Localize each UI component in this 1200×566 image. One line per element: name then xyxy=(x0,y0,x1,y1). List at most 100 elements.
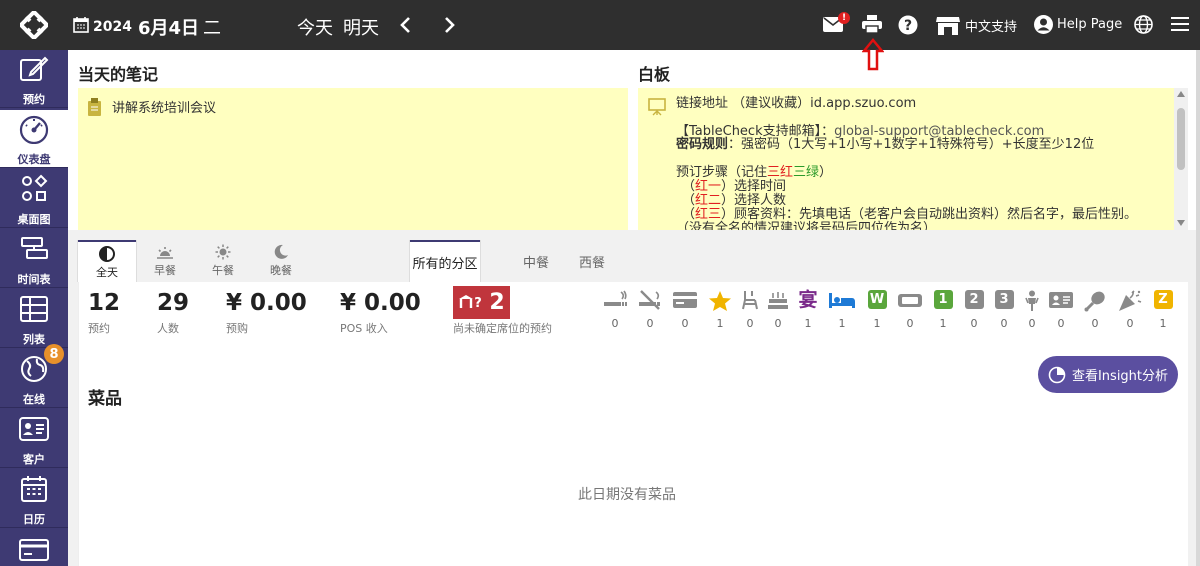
steps-red-text: 三红 xyxy=(767,165,794,180)
person-count[interactable]: 0 xyxy=(1019,290,1045,330)
count-value: 0 xyxy=(611,317,619,330)
w-tag-count[interactable]: W 1 xyxy=(864,290,890,330)
sidebar-item-reservation[interactable]: 预约 xyxy=(0,50,68,108)
tab-chinese-restaurant[interactable]: 中餐 xyxy=(515,240,557,282)
party-count[interactable]: 0 xyxy=(1117,290,1143,330)
note-item-text[interactable]: 讲解系统培训会议 xyxy=(112,97,216,116)
dishes-title: 菜品 xyxy=(88,389,122,409)
date-text: 6月4日 xyxy=(137,18,200,39)
customer-icon xyxy=(18,410,50,448)
page-scrollbar[interactable] xyxy=(1196,50,1200,566)
chevron-left-icon[interactable] xyxy=(398,16,412,34)
tab-breakfast[interactable]: 早餐 xyxy=(136,240,194,282)
timetable-icon xyxy=(19,230,49,268)
scroll-down-icon[interactable] xyxy=(1177,220,1185,226)
sidebar-item-label: 桌面图 xyxy=(17,213,51,226)
sidebar-item-label: 时间表 xyxy=(17,273,51,286)
banquet-icon: 宴 xyxy=(798,289,818,311)
mail-notification-badge: ! xyxy=(838,12,850,24)
moon-icon xyxy=(274,244,288,259)
today-button[interactable]: 今天 xyxy=(297,14,333,40)
smoking-icon xyxy=(604,290,627,306)
vip-star-count[interactable]: 1 xyxy=(707,290,733,330)
scroll-up-icon[interactable] xyxy=(1177,91,1185,97)
step-text: ）选择人数 xyxy=(721,193,787,208)
sidebar-item-timetable[interactable]: 时间表 xyxy=(0,230,68,288)
tab-western-restaurant[interactable]: 西餐 xyxy=(571,240,613,282)
sidebar-item-label: 列表 xyxy=(23,333,45,346)
steps-green-text: 三绿 xyxy=(793,165,820,180)
no-smoking-icon xyxy=(639,290,660,310)
tomorrow-button[interactable]: 明天 xyxy=(343,14,379,40)
edit-icon xyxy=(19,50,49,88)
count-value: 0 xyxy=(906,317,914,330)
birthday-cake-icon xyxy=(768,292,788,309)
floorplan-icon xyxy=(19,170,49,208)
sidebar-item-online[interactable]: 8 在线 xyxy=(0,344,68,408)
count-value: 0 xyxy=(646,317,654,330)
meat-count[interactable]: 0 xyxy=(1082,290,1108,330)
tab-label: 早餐 xyxy=(154,264,176,277)
help-page-link[interactable]: Help Page xyxy=(1057,17,1122,32)
tab-lunch[interactable]: 午餐 xyxy=(194,240,252,282)
unassigned-count: 2 xyxy=(489,290,505,315)
banquet-count[interactable]: 宴 1 xyxy=(795,290,821,330)
z-tag-count[interactable]: Z 1 xyxy=(1150,290,1176,330)
sidebar-item-customer[interactable]: 客户 xyxy=(0,410,68,468)
birthday-count[interactable]: 0 xyxy=(765,290,791,330)
tag-one-count[interactable]: 1 1 xyxy=(930,290,956,330)
dashboard-icon xyxy=(18,110,50,148)
whiteboard-line: 密码规则：强密码（1大写+1小写+1数字+1特殊符号）+长度至少12位 xyxy=(676,138,1094,152)
sidebar-item-floorplan[interactable]: 桌面图 xyxy=(0,170,68,228)
whiteboard-line: （红一）选择时间 xyxy=(682,180,786,194)
date-display[interactable]: 2024 6月4日 二 xyxy=(93,14,221,40)
calendar-icon xyxy=(19,470,49,508)
online-badge: 8 xyxy=(44,344,64,364)
unassigned-badge[interactable]: ? 2 xyxy=(453,286,510,319)
list-icon xyxy=(19,290,49,328)
notes-box[interactable]: 讲解系统培训会议 xyxy=(78,88,628,230)
seat-count[interactable]: 0 xyxy=(897,290,923,330)
id-card-count[interactable]: 0 xyxy=(1048,290,1074,330)
sidebar-item-card[interactable] xyxy=(0,530,68,566)
tag-two-count[interactable]: 2 0 xyxy=(961,290,987,330)
unassigned-table-icon: ? xyxy=(459,294,482,311)
note-icon xyxy=(88,98,102,120)
whiteboard-box[interactable]: 链接地址 （建议收藏）id.app.szuo.com 【TableCheck支持… xyxy=(638,88,1188,230)
whiteboard-icon xyxy=(648,98,666,120)
sidebar-item-list[interactable]: 列表 xyxy=(0,290,68,348)
prepaid-amount: ¥ 0.00 xyxy=(226,290,307,316)
tag-three-count[interactable]: 3 0 xyxy=(991,290,1017,330)
tab-dinner[interactable]: 晚餐 xyxy=(252,240,310,282)
store-icon[interactable] xyxy=(936,15,960,35)
help-icon[interactable]: ? xyxy=(898,15,918,35)
tab-all-day[interactable]: 全天 xyxy=(78,240,136,282)
bed-icon xyxy=(829,293,855,308)
print-icon[interactable] xyxy=(862,15,882,34)
top-bar: 2024 6月4日 二 今天 明天 ! ? 中文支持 Help Page xyxy=(0,0,1200,50)
whiteboard-scrollbar[interactable] xyxy=(1174,88,1188,230)
card-payment-count[interactable]: 0 xyxy=(672,290,698,330)
sun-icon xyxy=(215,244,231,260)
chevron-right-icon[interactable] xyxy=(443,16,457,34)
lodging-count[interactable]: 1 xyxy=(829,290,855,330)
calendar-icon[interactable] xyxy=(73,16,89,33)
no-smoking-count[interactable]: 0 xyxy=(637,290,663,330)
sidebar-item-calendar[interactable]: 日历 xyxy=(0,470,68,528)
tab-label: 午餐 xyxy=(212,264,234,277)
sidebar-item-dashboard[interactable]: 仪表盘 xyxy=(0,110,68,168)
step-red-label: 红二 xyxy=(695,193,722,208)
hamburger-menu-icon[interactable] xyxy=(1171,16,1189,32)
scroll-thumb[interactable] xyxy=(1177,108,1185,170)
high-chair-count[interactable]: 0 xyxy=(737,290,763,330)
reservation-count: 12 xyxy=(88,290,121,316)
party-icon xyxy=(1119,290,1142,311)
app-logo-icon[interactable] xyxy=(20,11,48,39)
insight-analysis-button[interactable]: 查看Insight分析 xyxy=(1038,356,1178,393)
smoking-count[interactable]: 0 xyxy=(602,290,628,330)
globe-icon[interactable] xyxy=(1134,15,1153,34)
chinese-support-link[interactable]: 中文支持 xyxy=(965,16,1017,35)
prepaid-amount-label: 预购 xyxy=(226,322,248,335)
user-circle-icon[interactable] xyxy=(1034,15,1053,34)
tab-all-zones[interactable]: 所有的分区 xyxy=(410,240,480,282)
